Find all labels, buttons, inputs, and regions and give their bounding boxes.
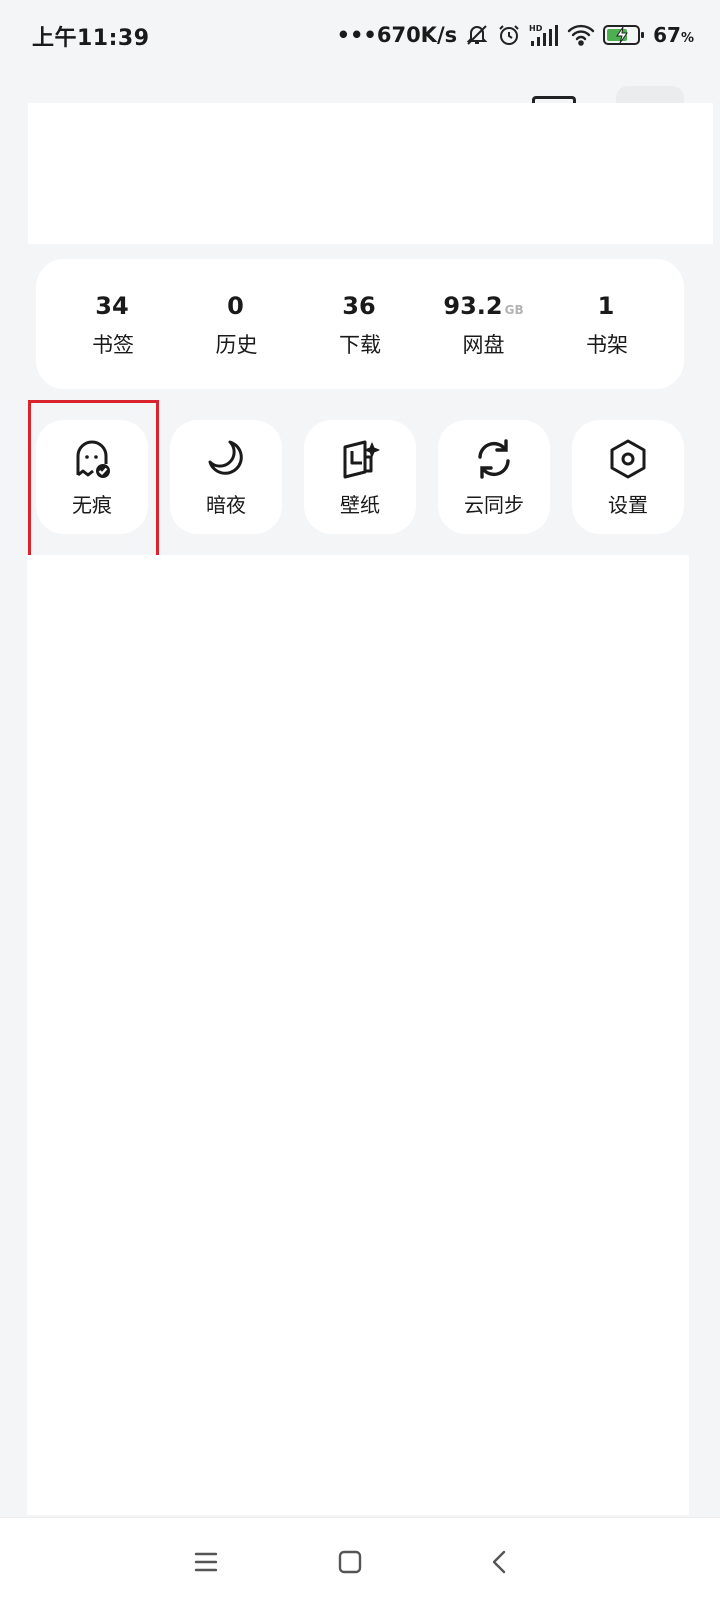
- battery-percent: 67%: [653, 23, 694, 47]
- stat-bookmarks[interactable]: 34 书签: [58, 289, 168, 359]
- banner-area: [28, 103, 713, 244]
- stat-cloud-drive[interactable]: 93.2 GB 网盘: [429, 289, 539, 359]
- ghost-incognito-icon: [70, 437, 114, 481]
- stat-label: 下载: [339, 333, 381, 357]
- wifi-icon: [567, 23, 595, 47]
- sync-icon: [472, 437, 516, 481]
- stat-downloads[interactable]: 36 下载: [305, 289, 415, 359]
- stat-value: 93.2 GB: [443, 292, 524, 320]
- status-time: 上午11:39: [32, 26, 150, 51]
- stat-label: 书架: [586, 333, 628, 357]
- home-square-icon[interactable]: [330, 1542, 370, 1582]
- status-icons: •••670K/s HD 67%: [337, 18, 694, 52]
- status-bar: 上午11:39 •••670K/s HD 67%: [0, 0, 720, 70]
- stat-label: 历史: [215, 333, 258, 357]
- stat-label: 网盘: [462, 333, 505, 357]
- wallpaper-button[interactable]: 壁纸: [304, 420, 416, 534]
- night-mode-button[interactable]: 暗夜: [170, 420, 282, 534]
- stat-value: 36: [342, 292, 376, 320]
- svg-text:HD: HD: [529, 24, 543, 33]
- settings-button[interactable]: 设置: [572, 420, 684, 534]
- menu-icon[interactable]: [186, 1542, 226, 1582]
- stat-label: 书签: [92, 333, 134, 357]
- stat-history[interactable]: 0 历史: [182, 289, 292, 359]
- stat-bookshelf[interactable]: 1 书架: [552, 289, 662, 359]
- cloud-sync-button[interactable]: 云同步: [438, 420, 550, 534]
- content-panel: [27, 555, 689, 1515]
- quick-label: 壁纸: [340, 492, 380, 517]
- incognito-button[interactable]: 无痕: [36, 420, 148, 534]
- stat-value: 34: [95, 292, 129, 320]
- stat-value: 1: [597, 292, 615, 320]
- quick-actions: 无痕 暗夜 壁纸 云同步 设置: [36, 420, 684, 534]
- alarm-icon: [497, 23, 521, 47]
- mute-bell-icon: [465, 23, 489, 47]
- quick-label: 云同步: [464, 492, 524, 517]
- back-icon[interactable]: [480, 1542, 520, 1582]
- moon-icon: [204, 437, 248, 481]
- wallpaper-sparkle-icon: [338, 437, 382, 481]
- hd-signal-icon: HD: [529, 23, 559, 47]
- quick-label: 无痕: [72, 492, 112, 517]
- battery-charging-icon: [603, 23, 645, 47]
- network-speed: •••670K/s: [336, 23, 458, 47]
- system-nav-bar: [0, 1517, 720, 1601]
- gear-hexagon-icon: [606, 437, 650, 481]
- stat-value: 0: [227, 292, 244, 320]
- stats-card: 34 书签 0 历史 36 下载 93.2 GB 网盘 1 书架: [36, 259, 684, 389]
- quick-label: 暗夜: [206, 492, 246, 517]
- quick-label: 设置: [608, 492, 648, 517]
